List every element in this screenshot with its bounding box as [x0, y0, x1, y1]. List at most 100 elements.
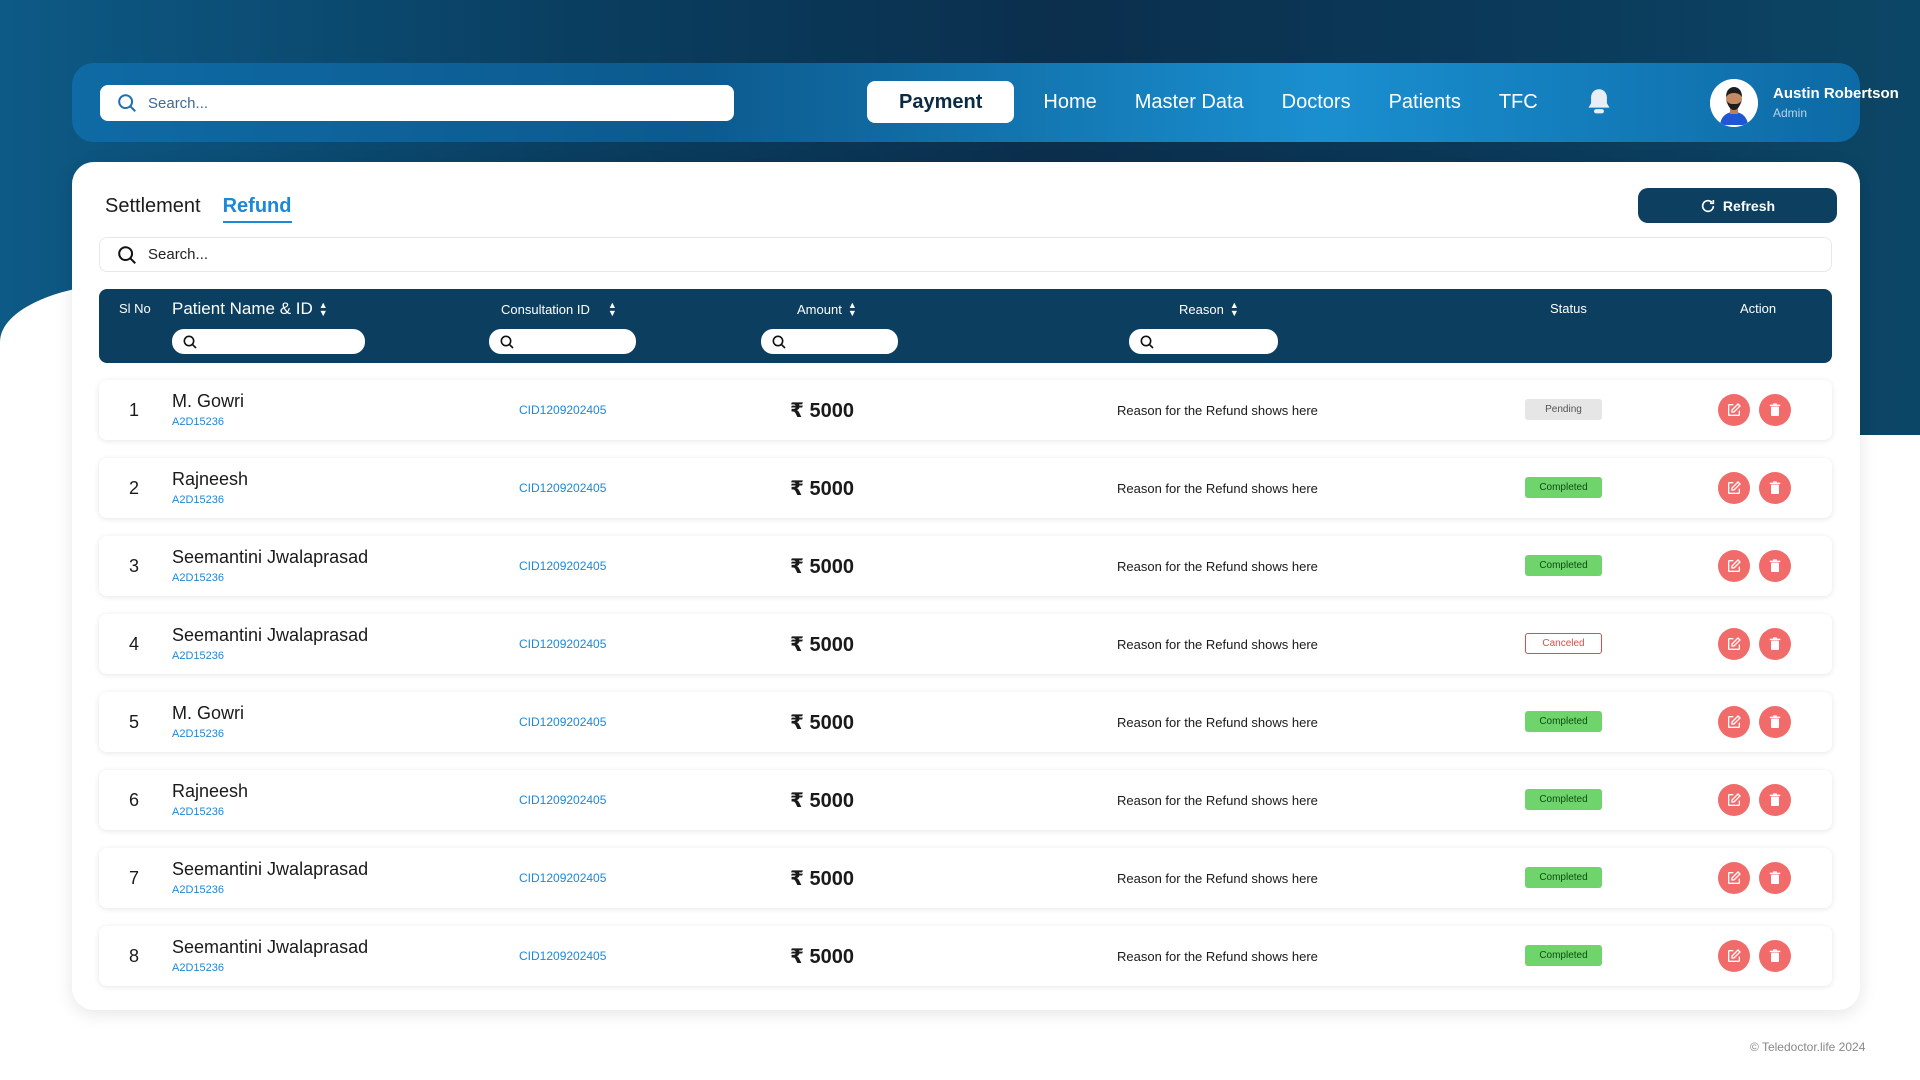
- tab-refund[interactable]: Refund: [222, 195, 292, 223]
- edit-button[interactable]: [1718, 550, 1750, 582]
- sort-icon[interactable]: ▲ ▼: [319, 301, 328, 318]
- row-patient-id[interactable]: A2D15236: [172, 806, 224, 818]
- avatar[interactable]: [1710, 79, 1758, 127]
- edit-icon: [1728, 559, 1741, 572]
- row-patient-name: Seemantini Jwalaprasad: [172, 937, 369, 957]
- header-reason[interactable]: Reason ▲ ▼: [1179, 301, 1239, 318]
- row-patient-id[interactable]: A2D15236: [172, 962, 224, 974]
- delete-button[interactable]: [1759, 862, 1791, 894]
- search-icon: [118, 94, 136, 112]
- refresh-button[interactable]: Refresh: [1638, 188, 1837, 223]
- row-consultation-id[interactable]: CID1209202405: [519, 637, 606, 651]
- delete-button[interactable]: [1759, 394, 1791, 426]
- delete-button[interactable]: [1759, 472, 1791, 504]
- edit-button[interactable]: [1718, 628, 1750, 660]
- user-name: Austin Robertson: [1773, 85, 1899, 102]
- sort-icon[interactable]: ▲ ▼: [608, 301, 617, 318]
- edit-button[interactable]: [1718, 784, 1750, 816]
- row-consultation-id[interactable]: CID1209202405: [519, 715, 606, 729]
- row-amount: ₹ 5000: [790, 712, 854, 734]
- row-patient-id[interactable]: A2D15236: [172, 572, 224, 584]
- header-consultation-id[interactable]: Consultation ID ▲ ▼: [501, 301, 617, 318]
- row-sl-no: 5: [129, 712, 140, 732]
- nav-payment[interactable]: Payment: [867, 81, 1015, 123]
- nav-master-data[interactable]: Master Data: [1116, 91, 1263, 114]
- row-patient-id[interactable]: A2D15236: [172, 494, 224, 506]
- trash-icon: [1769, 871, 1781, 884]
- row-patient-id[interactable]: A2D15236: [172, 416, 224, 428]
- edit-icon: [1728, 793, 1741, 806]
- row-patient-id[interactable]: A2D15236: [172, 728, 224, 740]
- bell-icon[interactable]: [1582, 85, 1616, 119]
- table-search-input[interactable]: [148, 246, 1798, 263]
- status-badge: Completed: [1525, 711, 1602, 732]
- refund-card: Settlement Refund Refresh Sl No Patient …: [72, 162, 1860, 1010]
- table-row: 1 M. Gowri A2D15236 CID1209202405 ₹ 5000 Reas…: [99, 380, 1832, 440]
- trash-icon: [1769, 949, 1781, 962]
- edit-icon: [1728, 403, 1741, 416]
- edit-icon: [1728, 481, 1741, 494]
- delete-button[interactable]: [1759, 940, 1791, 972]
- status-badge: Completed: [1525, 555, 1602, 576]
- edit-button[interactable]: [1718, 862, 1750, 894]
- row-consultation-id[interactable]: CID1209202405: [519, 949, 606, 963]
- row-patient-name: Rajneesh: [172, 469, 249, 489]
- row-patient-name: M. Gowri: [172, 391, 244, 411]
- edit-icon: [1728, 871, 1741, 884]
- row-sl-no: 7: [129, 868, 140, 888]
- table-row: 3 Seemantini Jwalaprasad A2D15236 CID120920…: [99, 536, 1832, 596]
- status-badge: Completed: [1525, 477, 1602, 498]
- row-consultation-id[interactable]: CID1209202405: [519, 793, 606, 807]
- table-row: 2 Rajneesh A2D15236 CID1209202405 ₹ 5000 Reas…: [99, 458, 1832, 518]
- row-reason: Reason for the Refund shows here: [1117, 481, 1318, 496]
- nav-home[interactable]: Home: [1024, 91, 1115, 114]
- nav-tfc[interactable]: TFC: [1480, 91, 1557, 114]
- header-patient-name-label: Patient Name & ID: [172, 299, 313, 318]
- header-action-label: Action: [1740, 301, 1777, 316]
- filter-consultation-id-input[interactable]: [521, 334, 631, 349]
- header-patient-name[interactable]: Patient Name & ID ▲ ▼: [172, 299, 328, 319]
- sort-icon[interactable]: ▲ ▼: [1230, 301, 1239, 318]
- row-consultation-id[interactable]: CID1209202405: [519, 871, 606, 885]
- nav-patients[interactable]: Patients: [1370, 91, 1480, 114]
- row-consultation-id[interactable]: CID1209202405: [519, 403, 606, 417]
- row-reason: Reason for the Refund shows here: [1117, 793, 1318, 808]
- delete-button[interactable]: [1759, 628, 1791, 660]
- edit-button[interactable]: [1718, 706, 1750, 738]
- row-consultation-id[interactable]: CID1209202405: [519, 559, 606, 573]
- search-icon: [772, 335, 786, 349]
- edit-button[interactable]: [1718, 472, 1750, 504]
- row-patient-id[interactable]: A2D15236: [172, 884, 224, 896]
- edit-button[interactable]: [1718, 940, 1750, 972]
- search-icon: [500, 335, 514, 349]
- user-role: Admin: [1773, 106, 1808, 120]
- row-patient-id[interactable]: A2D15236: [172, 650, 224, 662]
- delete-button[interactable]: [1759, 550, 1791, 582]
- search-icon: [183, 335, 197, 349]
- refresh-label: Refresh: [1722, 197, 1776, 214]
- filter-amount-input[interactable]: [793, 334, 895, 349]
- header-sl-no: Sl No: [119, 301, 151, 316]
- sort-icon[interactable]: ▲ ▼: [848, 301, 857, 318]
- filter-patient-name-input[interactable]: [204, 334, 351, 349]
- edit-icon: [1728, 637, 1741, 650]
- row-amount: ₹ 5000: [790, 946, 854, 968]
- row-sl-no: 4: [129, 634, 140, 654]
- trash-icon: [1769, 715, 1781, 728]
- delete-button[interactable]: [1759, 706, 1791, 738]
- filter-consultation-id: [489, 329, 636, 354]
- payment-tabs: Settlement Refund: [105, 195, 292, 223]
- table-row: 6 Rajneesh A2D15236 CID1209202405 ₹ 5000 Reas…: [99, 770, 1832, 830]
- tab-settlement[interactable]: Settlement: [105, 195, 201, 223]
- global-search-input[interactable]: [148, 94, 708, 112]
- delete-button[interactable]: [1759, 784, 1791, 816]
- header-amount[interactable]: Amount ▲ ▼: [797, 301, 857, 318]
- edit-button[interactable]: [1718, 394, 1750, 426]
- filter-reason-input[interactable]: [1161, 334, 1273, 349]
- header-status: Status: [1550, 301, 1587, 316]
- header-amount-label: Amount: [797, 301, 842, 317]
- header-reason-label: Reason: [1179, 301, 1224, 317]
- row-consultation-id[interactable]: CID1209202405: [519, 481, 606, 495]
- row-patient-name: M. Gowri: [172, 703, 244, 723]
- nav-doctors[interactable]: Doctors: [1263, 91, 1370, 114]
